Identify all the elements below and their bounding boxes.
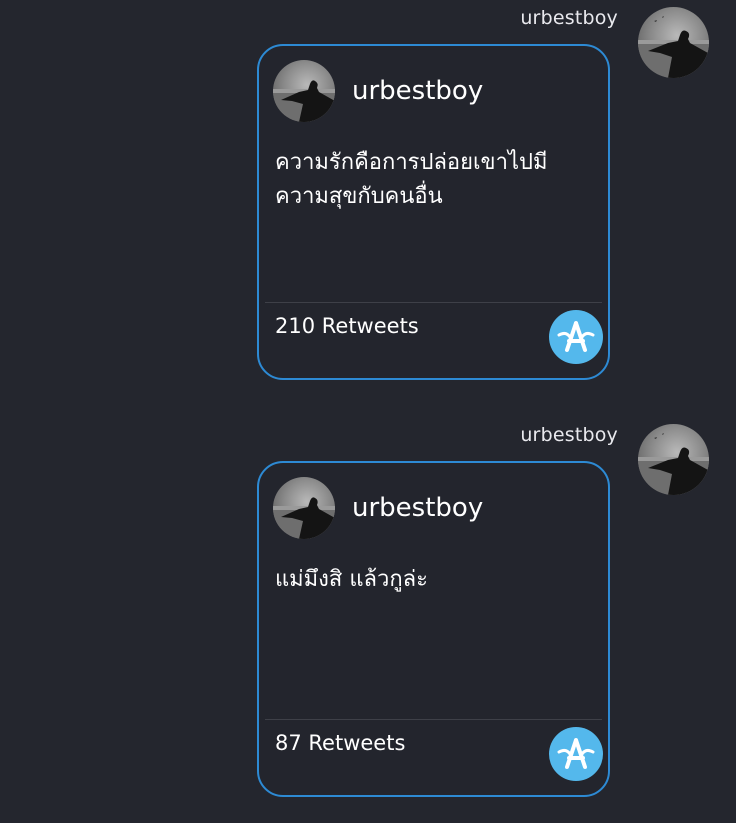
tweet-text: แม่มึงสิ แล้วกูล่ะ <box>275 567 428 592</box>
message-1: urbestboy urbestboy ความรักคือการปล่อยเข… <box>0 0 736 400</box>
card-avatar <box>273 477 335 539</box>
retweet-count: 87 Retweets <box>275 731 406 755</box>
tweet-text: ความรักคือการปล่อยเขาไปมีความสุขกับคนอื่… <box>275 150 548 209</box>
sender-avatar[interactable] <box>638 424 709 495</box>
avatar-photo-icon <box>638 16 709 78</box>
tweet-card[interactable]: urbestboy ความรักคือการปล่อยเขาไปมีความส… <box>257 44 610 380</box>
sender-avatar[interactable] <box>638 7 709 78</box>
retweet-count: 210 Retweets <box>275 314 419 338</box>
card-avatar <box>273 60 335 122</box>
divider <box>265 719 602 720</box>
avatar-photo-icon <box>638 433 709 495</box>
app-logo-icon[interactable] <box>549 310 603 364</box>
sender-name: urbestboy <box>520 7 618 29</box>
divider <box>265 302 602 303</box>
avatar-photo-icon <box>273 497 335 539</box>
card-username: urbestboy <box>352 76 484 106</box>
message-2: urbestboy urbestboy แม่มึงสิ แล้วกูล่ะ 8… <box>0 417 736 817</box>
app-logo-icon[interactable] <box>549 727 603 781</box>
tweet-card[interactable]: urbestboy แม่มึงสิ แล้วกูล่ะ 87 Retweets <box>257 461 610 797</box>
sender-name: urbestboy <box>520 424 618 446</box>
avatar-photo-icon <box>273 80 335 122</box>
card-username: urbestboy <box>352 493 484 523</box>
